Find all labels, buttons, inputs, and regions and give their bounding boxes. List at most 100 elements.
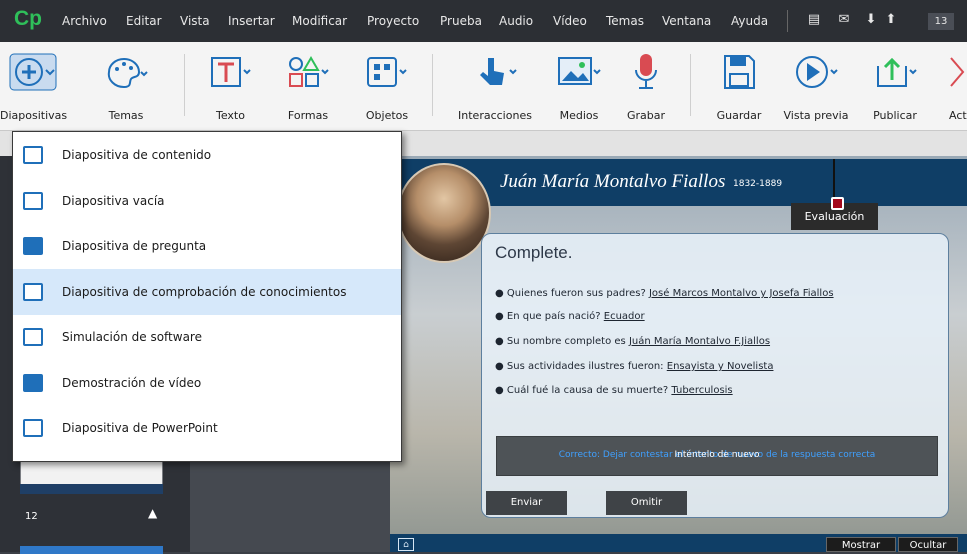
feedback-box: Correcto: Dejar contestar el intento de …: [496, 436, 938, 476]
slide-stage[interactable]: Juán María Montalvo Fiallos 1832-1889 Ev…: [390, 156, 967, 552]
pointer-hand-icon: [480, 58, 517, 85]
knowledge-check-icon: [23, 283, 43, 301]
question-panel: Complete. ● Quienes fueron sus padres? J…: [481, 233, 949, 518]
menu-item-blank-slide[interactable]: Diapositiva vacía: [13, 178, 401, 224]
question-text: Quienes fueron sus padres?: [506, 288, 646, 299]
menu-item-video-demo[interactable]: Demostración de vídeo: [13, 360, 401, 406]
menu-item-knowledge-check[interactable]: Diapositiva de comprobación de conocimie…: [13, 269, 401, 315]
enviar-button[interactable]: Enviar: [486, 491, 567, 515]
question-slide-icon: [23, 237, 43, 255]
graduation-cap-icon: ▲: [148, 506, 158, 520]
interacciones-button[interactable]: Interacciones: [447, 42, 543, 131]
microphone-icon: [635, 54, 657, 89]
mail-icon[interactable]: ✉: [835, 11, 853, 29]
comments-icon[interactable]: ▤: [805, 11, 823, 29]
menu-divider: [787, 10, 788, 32]
mostrar-button[interactable]: Mostrar: [826, 537, 896, 552]
grabar-label: Grabar: [626, 109, 666, 122]
add-slide-icon: [9, 53, 57, 91]
menu-item-label: Diapositiva de comprobación de conocimie…: [62, 285, 347, 299]
grabar-button[interactable]: Grabar: [616, 42, 676, 131]
menu-ayuda[interactable]: Ayuda: [731, 14, 768, 28]
menu-item-content-slide[interactable]: Diapositiva de contenido: [13, 132, 401, 178]
content-slide-icon: [23, 146, 43, 164]
question-text: Cuál fué la causa de su muerte?: [506, 385, 669, 396]
menu-archivo[interactable]: Archivo: [62, 14, 107, 28]
shapes-icon: [289, 56, 329, 87]
slide-type-menu: Diapositiva de contenido Diapositiva vac…: [12, 131, 402, 462]
palette-icon: [107, 58, 148, 89]
toolbar-divider: [690, 54, 691, 116]
video-demo-icon: [23, 374, 43, 392]
menu-temas[interactable]: Temas: [606, 14, 644, 28]
toolbar-divider: [184, 54, 185, 116]
question-item: ● En que país nació? Ecuador: [495, 311, 645, 322]
vista-previa-label: Vista previa: [783, 109, 849, 122]
texto-label: Texto: [216, 109, 245, 122]
answer-field[interactable]: Tuberculosis: [671, 385, 732, 396]
menu-item-label: Diapositiva de pregunta: [62, 239, 207, 253]
temas-button[interactable]: Temas: [96, 42, 156, 131]
app-logo: Cp: [14, 7, 42, 30]
menu-item-software-sim[interactable]: Simulación de software: [13, 314, 401, 360]
image-icon: [558, 57, 601, 85]
arrow-up-icon[interactable]: ⬆: [882, 11, 900, 29]
menu-item-label: Diapositiva de contenido: [62, 148, 212, 162]
question-title: Complete.: [495, 243, 573, 262]
arrow-down-icon[interactable]: ⬇: [862, 11, 880, 29]
menu-bar: Cp Archivo Editar Vista Insertar Modific…: [0, 0, 967, 42]
guardar-button[interactable]: Guardar: [705, 42, 773, 131]
diapositivas-label: Diapositivas: [0, 109, 68, 122]
objects-icon: [367, 57, 407, 87]
text-icon: [210, 57, 251, 87]
slide-thumbnail-selected[interactable]: [20, 546, 163, 554]
answer-field[interactable]: Ensayista y Novelista: [667, 361, 774, 372]
diapositivas-button[interactable]: Diapositivas: [0, 42, 68, 131]
act-label: Act: [949, 109, 967, 122]
interacciones-label: Interacciones: [458, 109, 532, 122]
menu-editar[interactable]: Editar: [126, 14, 162, 28]
medios-button[interactable]: Medios: [548, 42, 610, 131]
home-icon[interactable]: ⌂: [398, 538, 414, 551]
play-icon: [796, 56, 838, 88]
page-number[interactable]: 13: [928, 13, 954, 30]
menu-modificar[interactable]: Modificar: [292, 14, 347, 28]
omitir-button[interactable]: Omitir: [606, 491, 687, 515]
menu-ventana[interactable]: Ventana: [662, 14, 711, 28]
menu-video[interactable]: Vídeo: [553, 14, 587, 28]
formas-button[interactable]: Formas: [278, 42, 338, 131]
publish-icon: [877, 57, 917, 87]
temas-label: Temas: [108, 109, 144, 122]
slide-number: 12: [25, 511, 38, 522]
powerpoint-icon: [23, 419, 43, 437]
menu-item-powerpoint[interactable]: Diapositiva de PowerPoint: [13, 405, 401, 451]
ocultar-button[interactable]: Ocultar: [898, 537, 958, 552]
answer-field[interactable]: Juán María Montalvo F.Jiallos: [629, 336, 770, 347]
question-item: ● Cuál fué la causa de su muerte? Tuberc…: [495, 385, 733, 396]
answer-field[interactable]: José Marcos Montalvo y Josefa Fiallos: [649, 288, 834, 299]
menu-proyecto[interactable]: Proyecto: [367, 14, 419, 28]
slide-years: 1832-1889: [733, 179, 783, 189]
vista-previa-button[interactable]: Vista previa: [778, 42, 854, 131]
menu-vista[interactable]: Vista: [180, 14, 210, 28]
question-item: ● Sus actividades ilustres fueron: Ensay…: [495, 361, 774, 372]
main-toolbar: Diapositivas Temas Texto Formas Objetos …: [0, 42, 967, 131]
menu-item-question-slide[interactable]: Diapositiva de pregunta: [13, 223, 401, 269]
portrait-image: [397, 163, 491, 263]
medios-label: Medios: [559, 109, 599, 122]
software-sim-icon: [23, 328, 43, 346]
record-marker-icon[interactable]: [831, 197, 844, 210]
publicar-button[interactable]: Publicar: [864, 42, 926, 131]
answer-field[interactable]: Ecuador: [604, 311, 645, 322]
menu-prueba[interactable]: Prueba: [440, 14, 482, 28]
menu-item-label: Diapositiva de PowerPoint: [62, 421, 218, 435]
formas-label: Formas: [287, 109, 329, 122]
slide-title: Juán María Montalvo Fiallos: [500, 171, 726, 192]
act-button[interactable]: Act: [937, 42, 967, 131]
objetos-button[interactable]: Objetos: [357, 42, 417, 131]
toolbar-divider: [432, 54, 433, 116]
texto-button[interactable]: Texto: [203, 42, 258, 131]
menu-item-label: Demostración de vídeo: [62, 376, 202, 390]
menu-insertar[interactable]: Insertar: [228, 14, 275, 28]
menu-audio[interactable]: Audio: [499, 14, 533, 28]
